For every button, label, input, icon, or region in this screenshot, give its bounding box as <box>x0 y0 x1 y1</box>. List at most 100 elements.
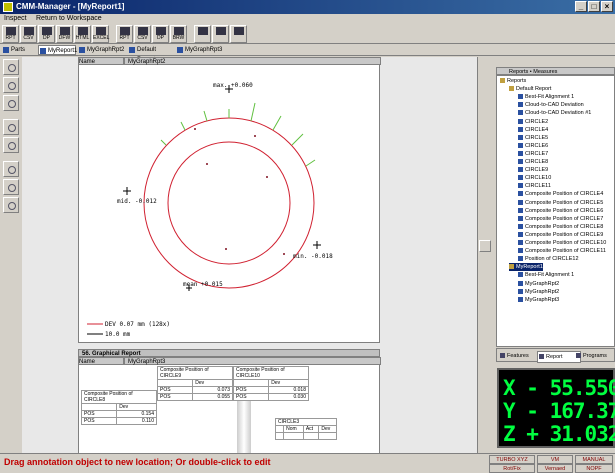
fit-tool[interactable] <box>3 161 19 177</box>
section-title: 56. Graphical Report <box>78 349 380 357</box>
toolbar-button-4[interactable]: HTML <box>74 25 91 43</box>
tree-item-label: Composite Position of CIRCLE7 <box>525 215 604 222</box>
tree-item[interactable]: Position of CIRCLE12 <box>518 255 579 263</box>
toolbar-button-12[interactable] <box>230 25 247 43</box>
tree-item[interactable]: Composite Position of CIRCLE7 <box>518 215 603 223</box>
tree-item[interactable]: Default Report <box>509 85 551 93</box>
toolbar-button-label: BRW <box>172 35 185 41</box>
toolbar-button-2[interactable]: DP <box>38 25 55 43</box>
status-turbo: TURBO XYZ <box>489 455 535 464</box>
parts-icon <box>3 47 9 53</box>
toolbar-button-1[interactable]: CSV <box>20 25 37 43</box>
minimize-button[interactable]: _ <box>575 1 587 12</box>
annotation-circle10[interactable]: Composite Position of CIRCLE10 Dev POS 0.… <box>232 366 309 401</box>
tree-item[interactable]: CIRCLE2 <box>518 118 548 126</box>
toolbar-button-label: HTML <box>75 35 90 41</box>
calculator-icon <box>215 27 226 35</box>
scrollbar-thumb[interactable] <box>479 240 491 252</box>
pan-tool[interactable] <box>3 119 19 135</box>
features-icon <box>500 353 505 358</box>
select-tool[interactable] <box>3 179 19 195</box>
close-button[interactable]: × <box>601 1 613 12</box>
tree-item[interactable]: Cloud-to-CAD Deviation <box>518 101 584 109</box>
feature-icon <box>518 199 523 205</box>
tree-item[interactable]: MyGraphRpt2 <box>518 288 559 296</box>
mid-label[interactable]: mid. -0.012 <box>117 198 157 205</box>
zoom-out-tool[interactable] <box>3 77 19 93</box>
tree-item-label: CIRCLE7 <box>525 150 549 157</box>
tree-item[interactable]: CIRCLE9 <box>518 166 548 174</box>
excel-icon <box>95 27 106 35</box>
graph-icon <box>79 47 85 53</box>
rotate-tool[interactable] <box>3 137 19 153</box>
graph-icon <box>177 47 183 53</box>
menu-inspect[interactable]: Inspect <box>4 15 27 22</box>
feature-icon <box>518 280 523 286</box>
inner-circle <box>167 141 291 265</box>
mean-label[interactable]: mean +0.015 <box>183 281 223 288</box>
pan-icon <box>8 124 16 132</box>
tree-item[interactable]: CIRCLE7 <box>518 150 548 158</box>
annotation-circle3[interactable]: CIRCLE3 Nom Act Dev <box>274 418 337 440</box>
measure-tool[interactable] <box>3 197 19 213</box>
toolbar-button-11[interactable] <box>212 25 229 43</box>
tree-item[interactable]: Composite Position of CIRCLE11 <box>518 247 606 255</box>
tree-item[interactable]: Composite Position of CIRCLE6 <box>518 207 603 215</box>
tree-item[interactable]: Best-Fit Alignment 1 <box>518 93 574 101</box>
tree-item[interactable]: CIRCLE6 <box>518 142 548 150</box>
tree-header: Reports • Measures <box>496 67 615 75</box>
tree-item[interactable]: Best-Fit Alignment 1 <box>518 271 574 279</box>
toolbar-button-0[interactable]: RPT <box>2 25 19 43</box>
folder-icon <box>509 86 514 92</box>
toolbar-button-5[interactable]: EXCEL <box>92 25 109 43</box>
title-bar: CMM-Manager - [MyReport1] _ □ × <box>0 0 615 14</box>
y-readout: Y - 167.376 <box>503 399 615 423</box>
fit-icon <box>8 166 16 174</box>
tree-item[interactable]: MyGraphRpt3 <box>518 296 559 304</box>
tab-myreport1[interactable]: MyReport1 <box>38 45 77 55</box>
tree-item[interactable]: Composite Position of CIRCLE5 <box>518 199 603 207</box>
status-manual: MANUAL <box>575 455 613 464</box>
tree-item[interactable]: Cloud-to-CAD Deviation #1 <box>518 109 591 117</box>
tree-item[interactable]: CIRCLE5 <box>518 134 548 142</box>
annotation-circle9[interactable]: Composite Position of CIRCLE9 Dev POS 0.0… <box>156 366 233 401</box>
circular-deviation-graph[interactable]: max. +0.060 mid. -0.012 min. -0.018 mean… <box>79 66 379 342</box>
vertical-scrollbar[interactable] <box>477 57 492 461</box>
tree-item[interactable]: MyReport1 <box>509 263 543 272</box>
toolbar-button-8[interactable]: DP <box>152 25 169 43</box>
toolbar-button-9[interactable]: BRW <box>170 25 187 43</box>
toolbar-button-3[interactable]: DFW <box>56 25 73 43</box>
tab-features[interactable]: Features <box>499 351 541 361</box>
zoom-in-tool[interactable] <box>3 59 19 75</box>
tab-programs[interactable]: Programs <box>575 351 615 361</box>
annotation-circle8[interactable]: Composite Position of CIRCLE8 Dev POS 0.1… <box>80 390 157 425</box>
menu-return-to-workspace[interactable]: Return to Workspace <box>36 15 102 22</box>
status-message: Drag annotation object to new location; … <box>4 457 271 467</box>
tree-item[interactable]: Composite Position of CIRCLE8 <box>518 223 603 231</box>
tree-item-label: Position of CIRCLE12 <box>525 256 579 263</box>
tree-item[interactable]: CIRCLE4 <box>518 126 548 134</box>
tree-item[interactable]: Composite Position of CIRCLE10 <box>518 239 606 247</box>
max-label[interactable]: max. +0.060 <box>213 82 253 89</box>
tree-item[interactable]: Reports <box>500 77 526 85</box>
tree-item[interactable]: CIRCLE10 <box>518 174 551 182</box>
zoom-window-tool[interactable] <box>3 95 19 111</box>
toolbar-button-10[interactable] <box>194 25 211 43</box>
part-cylinder <box>237 400 251 460</box>
maximize-button[interactable]: □ <box>588 1 600 12</box>
tree-item[interactable]: Composite Position of CIRCLE4 <box>518 190 603 198</box>
graph-report-panel: Name MyGraphRpt2 max. +0.060 mid. -0.012… <box>78 57 381 343</box>
tab-parts[interactable]: Parts <box>2 45 36 55</box>
min-label[interactable]: min. -0.018 <box>293 253 333 260</box>
tab-mygraphrpt3[interactable]: MyGraphRpt3 <box>176 45 224 55</box>
toolbar-button-7[interactable]: CSV <box>134 25 151 43</box>
tree-item[interactable]: Composite Position of CIRCLE9 <box>518 231 603 239</box>
tab-mygraphrpt2[interactable]: MyGraphRpt2 <box>78 45 126 55</box>
toolbar-button-label: RPT <box>119 35 130 41</box>
tab-default-report[interactable]: Default Report <box>128 45 174 63</box>
tree-item[interactable]: MyGraphRpt2 <box>518 280 559 288</box>
tree-item[interactable]: CIRCLE8 <box>518 158 548 166</box>
tree-item[interactable]: CIRCLE11 <box>518 182 551 190</box>
toolbar-button-6[interactable]: RPT <box>116 25 133 43</box>
exit-icon <box>233 27 244 35</box>
